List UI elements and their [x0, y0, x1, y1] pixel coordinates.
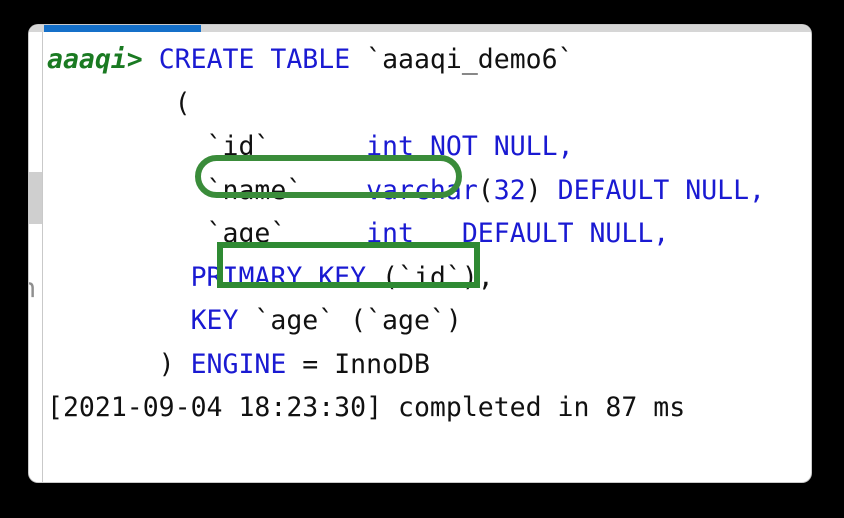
line-create-table-token-1: [143, 44, 159, 75]
line-col-id-token-1: int: [366, 131, 414, 162]
line-col-name-token-1: varchar: [366, 174, 478, 206]
line-primary-key-token-1: PRIMARY KEY: [190, 261, 367, 293]
sql-console-result-window: n aaaqi> CREATE TABLE `aaaqi_demo6` ( `i…: [29, 25, 811, 482]
line-create-table: aaaqi> CREATE TABLE `aaaqi_demo6`: [43, 38, 811, 82]
line-col-id-token-3: NOT NULL,: [429, 131, 574, 162]
line-col-name-token-4: ): [525, 174, 542, 206]
line-col-name-token-5: [542, 175, 558, 206]
progress-bar-fill: [44, 25, 201, 32]
desktop-background: n aaaqi> CREATE TABLE `aaaqi_demo6` ( `i…: [0, 0, 844, 518]
sql-console-output[interactable]: aaaqi> CREATE TABLE `aaaqi_demo6` ( `id`…: [43, 32, 811, 482]
line-col-age-token-2: [414, 218, 462, 249]
line-col-age-token-0: `age`: [47, 218, 367, 249]
line-col-name-token-3: 32: [493, 174, 526, 206]
line-col-id-token-2: [414, 131, 430, 162]
scrollbar-thumb[interactable]: [29, 172, 42, 224]
line-key-age-token-1: KEY: [190, 305, 239, 336]
line-create-table-token-2: CREATE TABLE: [158, 44, 351, 75]
line-col-name-token-0: `name`: [47, 174, 367, 206]
line-key-age-token-2: `age` (`age`): [238, 305, 462, 336]
line-col-age-token-3: DEFAULT NULL,: [461, 218, 670, 249]
line-engine-token-1: ENGINE: [190, 348, 287, 380]
line-key-age: KEY `age` (`age`): [43, 299, 811, 343]
progress-bar-track: [29, 25, 811, 32]
line-col-id-token-0: `id`: [47, 131, 367, 162]
line-primary-key-token-0: [47, 262, 191, 293]
clipped-glyph: n: [29, 272, 42, 306]
line-engine: ) ENGINE = InnoDB: [43, 343, 811, 387]
line-open-paren: (: [43, 82, 811, 126]
line-col-name-token-6: DEFAULT NULL,: [557, 174, 766, 206]
line-open-paren-token-0: (: [47, 87, 191, 119]
line-status-token-0: [2021-09-04 18:23:30] completed in 87 ms: [47, 392, 686, 423]
line-col-name-token-2: (: [477, 174, 494, 206]
line-engine-token-0: ): [47, 348, 191, 380]
line-col-age: `age` int DEFAULT NULL,: [43, 212, 811, 256]
line-primary-key: PRIMARY KEY (`id`),: [43, 256, 811, 300]
line-engine-token-2: = InnoDB: [286, 348, 430, 380]
editor-left-gutter[interactable]: n: [29, 32, 43, 482]
line-col-age-token-1: int: [366, 218, 414, 249]
line-status: [2021-09-04 18:23:30] completed in 87 ms: [43, 386, 811, 430]
line-create-table-token-3: `aaaqi_demo6`: [350, 44, 574, 75]
line-col-id: `id` int NOT NULL,: [43, 125, 811, 169]
line-create-table-token-0: aaaqi>: [47, 44, 143, 75]
line-key-age-token-0: [47, 305, 191, 336]
line-col-name: `name` varchar(32) DEFAULT NULL,: [43, 169, 811, 213]
line-primary-key-token-2: (`id`),: [366, 261, 494, 293]
